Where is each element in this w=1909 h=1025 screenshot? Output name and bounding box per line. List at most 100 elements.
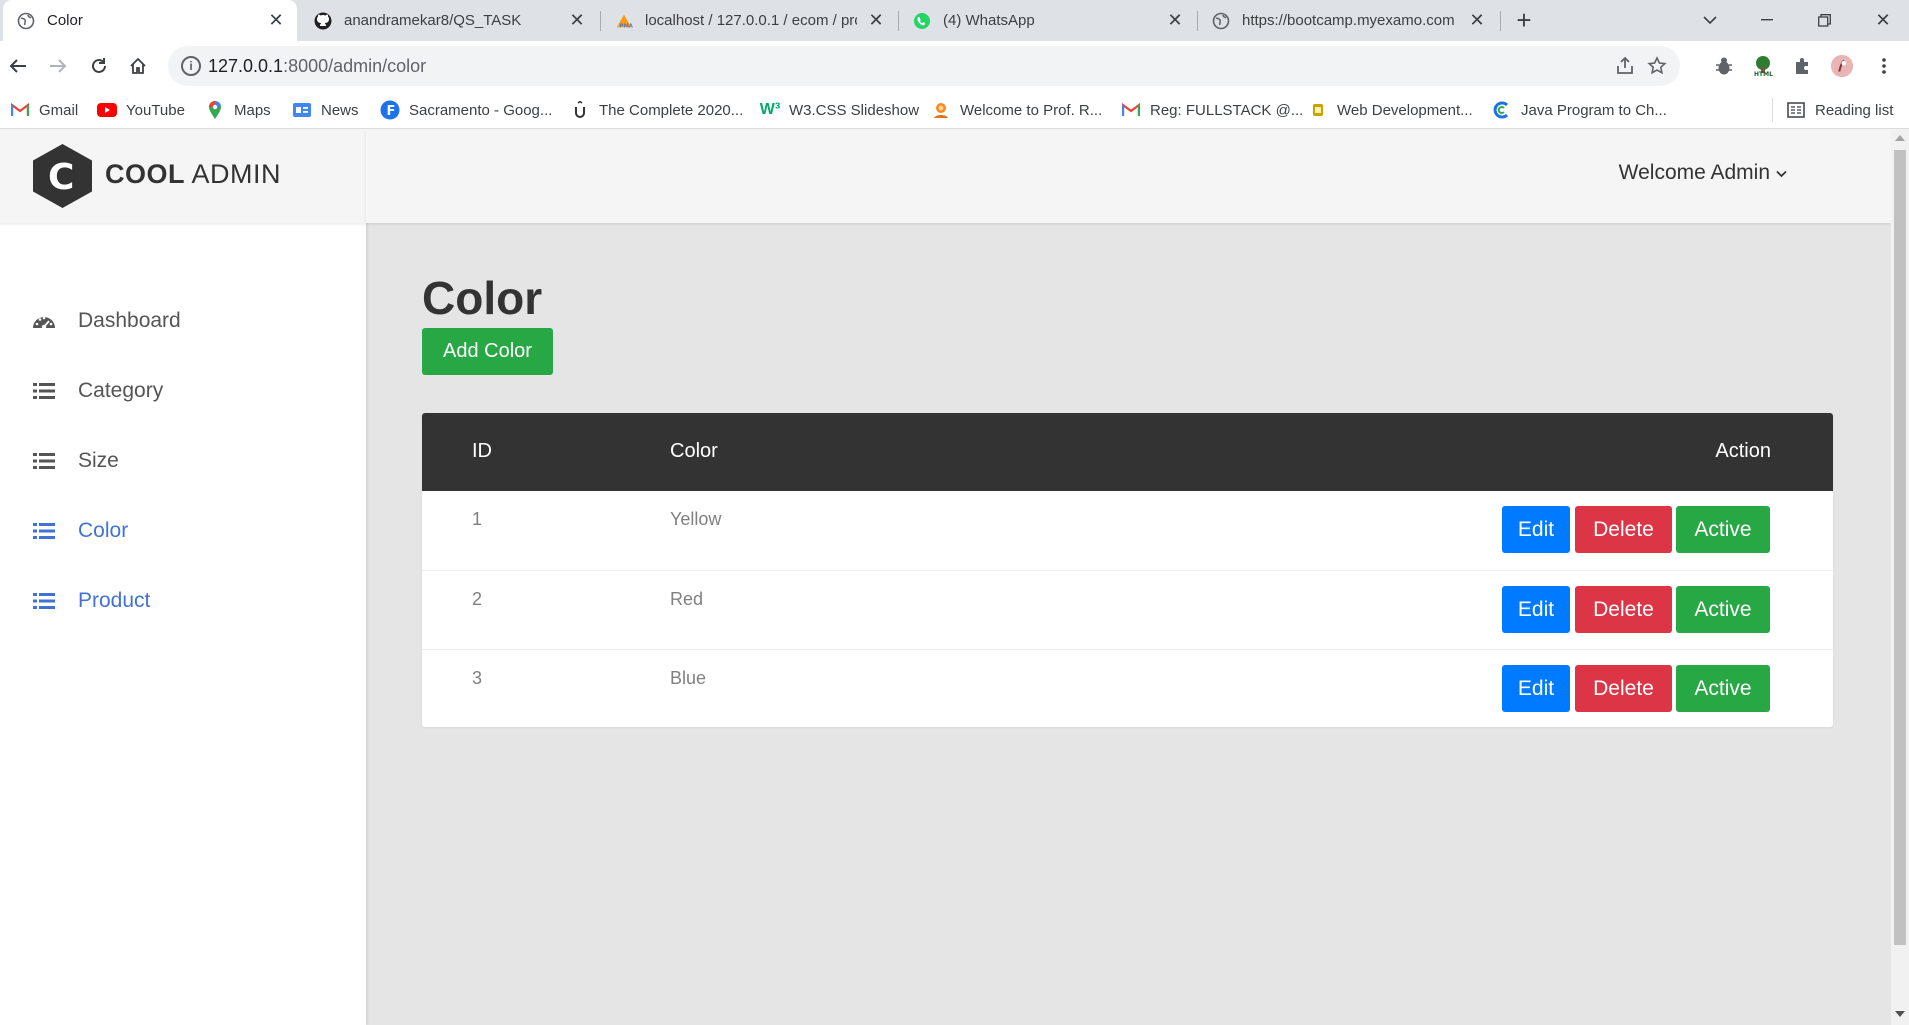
forward-icon[interactable]: [41, 49, 75, 83]
reading-list-button[interactable]: Reading list: [1786, 91, 1893, 129]
globe-icon: [1212, 12, 1230, 30]
close-tab-icon[interactable]: ✕: [566, 10, 588, 32]
user-menu[interactable]: Welcome Admin: [1619, 161, 1787, 185]
svg-text:PMA: PMA: [620, 23, 634, 29]
whatsapp-icon: [913, 12, 931, 30]
dashboard-icon: [31, 308, 57, 334]
svg-text:F: F: [387, 104, 396, 119]
home-icon[interactable]: [121, 49, 155, 83]
edit-button[interactable]: Edit: [1502, 665, 1570, 712]
gmail-icon: [10, 100, 30, 120]
add-color-button[interactable]: Add Color: [422, 328, 553, 375]
tab-color[interactable]: Color ✕: [3, 0, 297, 41]
scrollbar-thumb[interactable]: [1894, 150, 1906, 945]
sidebar-item-color[interactable]: Color: [31, 511, 128, 551]
tab-whatsapp[interactable]: (4) WhatsApp ✕: [899, 0, 1196, 41]
bookmark-w3css[interactable]: W³ W3.CSS Slideshow: [760, 91, 919, 129]
close-tab-icon[interactable]: ✕: [1466, 10, 1488, 32]
logo-text: COOL ADMIN: [105, 159, 282, 189]
table-row: 2 Red Edit Delete Active: [422, 570, 1833, 649]
restore-icon[interactable]: [1809, 5, 1839, 35]
delete-button[interactable]: Delete: [1575, 665, 1672, 712]
url-text[interactable]: 127.0.0.1:8000/admin/color: [208, 56, 426, 77]
gmail-icon: [1121, 100, 1141, 120]
prof-icon: [931, 100, 951, 120]
header-bar: Welcome Admin: [366, 129, 1891, 223]
color-table: ID Color Action 1 Yellow Edit Delete Act…: [422, 413, 1833, 727]
list-icon: [31, 518, 57, 544]
tab-phpmyadmin[interactable]: PMA localhost / 127.0.0.1 / ecom / pro ✕: [601, 0, 897, 41]
address-bar[interactable]: i 127.0.0.1:8000/admin/color: [168, 46, 1680, 86]
page-scrollbar[interactable]: [1891, 129, 1909, 1025]
tab-title: Color: [47, 12, 83, 29]
active-button[interactable]: Active: [1676, 586, 1770, 633]
tab-title: localhost / 127.0.0.1 / ecom / pro: [645, 12, 857, 29]
tab-github[interactable]: anandramekar8/QS_TASK ✕: [300, 0, 598, 41]
delete-button[interactable]: Delete: [1575, 586, 1672, 633]
menu-kebab-icon[interactable]: [1872, 54, 1896, 78]
reading-list-icon: [1786, 100, 1806, 120]
close-tab-icon[interactable]: ✕: [265, 10, 287, 32]
tab-title: anandramekar8/QS_TASK: [344, 12, 522, 29]
sidebar-item-size[interactable]: Size: [31, 441, 119, 481]
udemy-icon: [570, 100, 590, 120]
page-title: Color: [422, 272, 543, 324]
row-id: 2: [472, 589, 483, 609]
bookmark-welcome-prof[interactable]: Welcome to Prof. R...: [931, 91, 1102, 129]
profile-avatar-icon[interactable]: [1830, 54, 1854, 78]
github-icon: [314, 12, 332, 30]
close-window-icon[interactable]: ✕: [1868, 5, 1898, 35]
logo[interactable]: C COOL ADMIN: [0, 129, 366, 223]
site-info-icon[interactable]: i: [181, 56, 201, 76]
youtube-icon: [97, 100, 117, 120]
row-color: Red: [670, 589, 704, 609]
bookmark-java-program[interactable]: Java Program to Ch...: [1492, 91, 1667, 129]
bookmark-news[interactable]: News: [292, 91, 359, 129]
sidebar-item-dashboard[interactable]: Dashboard: [31, 301, 181, 341]
bookmark-star-icon[interactable]: [1645, 54, 1669, 78]
list-icon: [31, 378, 57, 404]
back-icon[interactable]: [1, 49, 35, 83]
bug-extension-icon[interactable]: [1712, 54, 1736, 78]
tab-search-icon[interactable]: [1695, 5, 1725, 35]
edit-button[interactable]: Edit: [1502, 506, 1570, 553]
active-button[interactable]: Active: [1676, 665, 1770, 712]
edit-button[interactable]: Edit: [1502, 586, 1570, 633]
header-action: Action: [1715, 440, 1771, 462]
globe-icon: [17, 12, 35, 30]
sidebar-item-category[interactable]: Category: [31, 371, 163, 411]
bookmark-reg-fullstack[interactable]: Reg: FULLSTACK @...: [1121, 91, 1303, 129]
bookmark-gmail[interactable]: Gmail: [10, 91, 78, 129]
bookmark-sacramento[interactable]: F Sacramento - Goog...: [380, 91, 552, 129]
row-id: 3: [472, 668, 483, 688]
sidebar-item-product[interactable]: Product: [31, 581, 150, 621]
scroll-down-icon[interactable]: [1895, 1011, 1905, 1017]
tab-strip: Color ✕ anandramekar8/QS_TASK ✕ PMA loca…: [0, 0, 1909, 41]
list-icon: [31, 588, 57, 614]
active-button[interactable]: Active: [1676, 506, 1770, 553]
bookmark-web-development[interactable]: Web Development...: [1308, 91, 1473, 129]
tab-bootcamp[interactable]: https://bootcamp.myexamo.com ✕: [1198, 0, 1498, 41]
extensions-puzzle-icon[interactable]: [1791, 54, 1815, 78]
reload-icon[interactable]: [82, 49, 116, 83]
svg-text:HTML: HTML: [1754, 71, 1773, 77]
bookmarks-bar: Gmail YouTube Maps News F Sacramento - G…: [0, 91, 1909, 129]
chevron-down-icon: [1776, 166, 1787, 181]
row-id: 1: [472, 509, 483, 529]
delete-button[interactable]: Delete: [1575, 506, 1672, 553]
bookmark-maps[interactable]: Maps: [205, 91, 271, 129]
new-tab-button[interactable]: +: [1510, 7, 1538, 35]
browser-toolbar: i 127.0.0.1:8000/admin/color HTML: [0, 41, 1909, 91]
f-icon: F: [380, 100, 400, 120]
bookmark-complete-2020[interactable]: The Complete 2020...: [570, 91, 743, 129]
close-tab-icon[interactable]: ✕: [1164, 10, 1186, 32]
html-extension-icon[interactable]: HTML: [1751, 54, 1775, 78]
share-icon[interactable]: [1613, 54, 1637, 78]
bookmark-youtube[interactable]: YouTube: [97, 91, 185, 129]
list-icon: [31, 448, 57, 474]
table-row: 3 Blue Edit Delete Active: [422, 649, 1833, 727]
close-tab-icon[interactable]: ✕: [865, 10, 887, 32]
scroll-up-icon[interactable]: [1895, 135, 1905, 141]
minimize-icon[interactable]: [1752, 5, 1782, 35]
header-id: ID: [472, 440, 492, 462]
